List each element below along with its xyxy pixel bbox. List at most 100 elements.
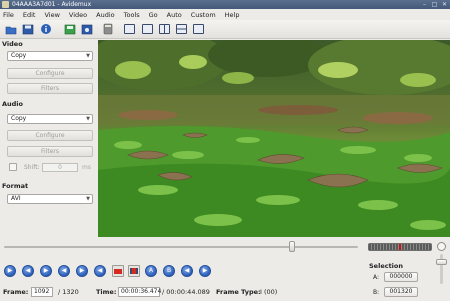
save-video-icon [64,24,75,34]
play-button[interactable]: ▶ [4,265,16,277]
jog-marker [399,244,401,250]
audio-section-title: Audio [2,100,24,108]
calculator-button[interactable] [100,22,115,36]
next-keyframe-button[interactable]: ▶ [76,265,88,277]
menu-edit[interactable]: Edit [23,11,36,19]
video-codec-select[interactable]: Copy ▼ [7,51,93,61]
goto-marker-a-button[interactable]: A [145,265,157,277]
menu-view[interactable]: View [44,11,59,19]
save-button[interactable] [20,22,35,36]
menu-audio[interactable]: Audio [96,11,114,19]
marker-a-value[interactable]: 000000 [384,272,418,282]
shift-label: Shift: [24,164,40,171]
title-bar: 04AAA3A7d01 - Avidemux – □ ✕ [0,0,450,9]
set-marker-a-button[interactable] [112,265,124,277]
goto-marker-b-button[interactable]: B [163,265,175,277]
format-select[interactable]: AVI ▼ [7,194,93,204]
previous-frame-icon: ◀ [25,267,31,274]
rewind-button[interactable]: ◀ [94,265,106,277]
calculator-icon [103,23,112,35]
volume-icon[interactable] [437,242,446,251]
preview-output-icon [142,24,153,34]
chevron-down-icon: ▼ [86,53,90,59]
menu-video[interactable]: Video [69,11,87,19]
marker-b-label: B: [373,289,380,296]
side-by-side-icon [159,24,170,34]
sidebar: Video Copy ▼ Configure Filters Audio Cop… [0,39,97,238]
menu-file[interactable]: File [3,11,14,19]
set-marker-b-button[interactable] [128,265,140,277]
next-black-frame-icon: ▶ [202,267,208,274]
preview-input-icon [124,24,135,34]
side-by-side-button[interactable] [157,22,172,36]
time-input[interactable]: 00:00:36.474 [118,287,161,297]
video-configure-button[interactable]: Configure [7,68,93,79]
app-icon [2,1,9,8]
menu-auto[interactable]: Auto [167,11,182,19]
goto-marker-a-icon: A [148,267,154,274]
marker-a-icon [114,268,122,274]
volume-slider-thumb[interactable] [436,259,447,265]
maximize-button[interactable]: □ [431,1,438,8]
video-codec-value: Copy [11,52,27,59]
preview-input-button[interactable] [122,22,137,36]
minimize-button[interactable]: – [421,1,428,8]
previous-frame-button[interactable]: ◀ [22,265,34,277]
menu-go[interactable]: Go [149,11,158,19]
video-preview [98,40,450,237]
save-audio-button[interactable] [79,22,94,36]
video-section-title: Video [2,40,23,48]
previous-keyframe-button[interactable]: ◀ [58,265,70,277]
window-title: 04AAA3A7d01 - Avidemux [12,1,92,8]
play-icon: ▶ [7,267,13,274]
frame-total: / 1320 [58,288,79,296]
top-bottom-button[interactable] [174,22,189,36]
info-icon [40,24,51,34]
chevron-down-icon: ▼ [86,196,90,202]
marker-b-icon [130,268,138,274]
open-icon [5,26,16,34]
shift-spinbox[interactable]: 0 [42,163,78,172]
marker-a-label: A: [373,274,380,281]
frame-label: Frame: [3,288,29,296]
open-button[interactable] [3,22,18,36]
audio-configure-button[interactable]: Configure [7,130,93,141]
audio-codec-select[interactable]: Copy ▼ [7,114,93,124]
goto-marker-b-icon: B [166,267,172,274]
next-black-frame-button[interactable]: ▶ [199,265,211,277]
close-button[interactable]: ✕ [441,1,448,8]
save-icon [22,24,33,34]
top-bottom-icon [176,24,187,34]
preview-output-button[interactable] [140,22,155,36]
format-value: AVI [11,195,21,202]
selection-title: Selection [369,262,404,270]
video-frame-image [98,40,450,237]
previous-keyframe-icon: ◀ [61,267,67,274]
seek-bar[interactable] [4,246,358,248]
frame-input[interactable]: 1092 [31,287,53,297]
seek-handle[interactable] [289,241,295,252]
jog-shuttle[interactable] [368,243,432,251]
save-video-button[interactable] [62,22,77,36]
time-total: / 00:00:44.089 [162,288,210,296]
previous-black-frame-button[interactable]: ◀ [181,265,193,277]
info-button[interactable] [38,22,53,36]
shift-unit: ms [82,164,91,171]
time-label: Time: [96,288,117,296]
toolbar [0,20,450,39]
audio-codec-value: Copy [11,115,27,122]
format-section-title: Format [2,182,29,190]
audio-filters-button[interactable]: Filters [7,146,93,157]
menu-tools[interactable]: Tools [124,11,140,19]
video-filters-button[interactable]: Filters [7,83,93,94]
next-frame-button[interactable]: ▶ [40,265,52,277]
frame-type-value: I (00) [260,288,278,296]
marker-b-value[interactable]: 001320 [384,287,418,297]
chevron-down-icon: ▼ [86,116,90,122]
separate-icon [193,24,204,34]
menu-custom[interactable]: Custom [191,11,216,19]
save-audio-icon [81,24,92,34]
separate-button[interactable] [191,22,206,36]
shift-checkbox[interactable] [9,163,17,171]
menu-help[interactable]: Help [225,11,240,19]
